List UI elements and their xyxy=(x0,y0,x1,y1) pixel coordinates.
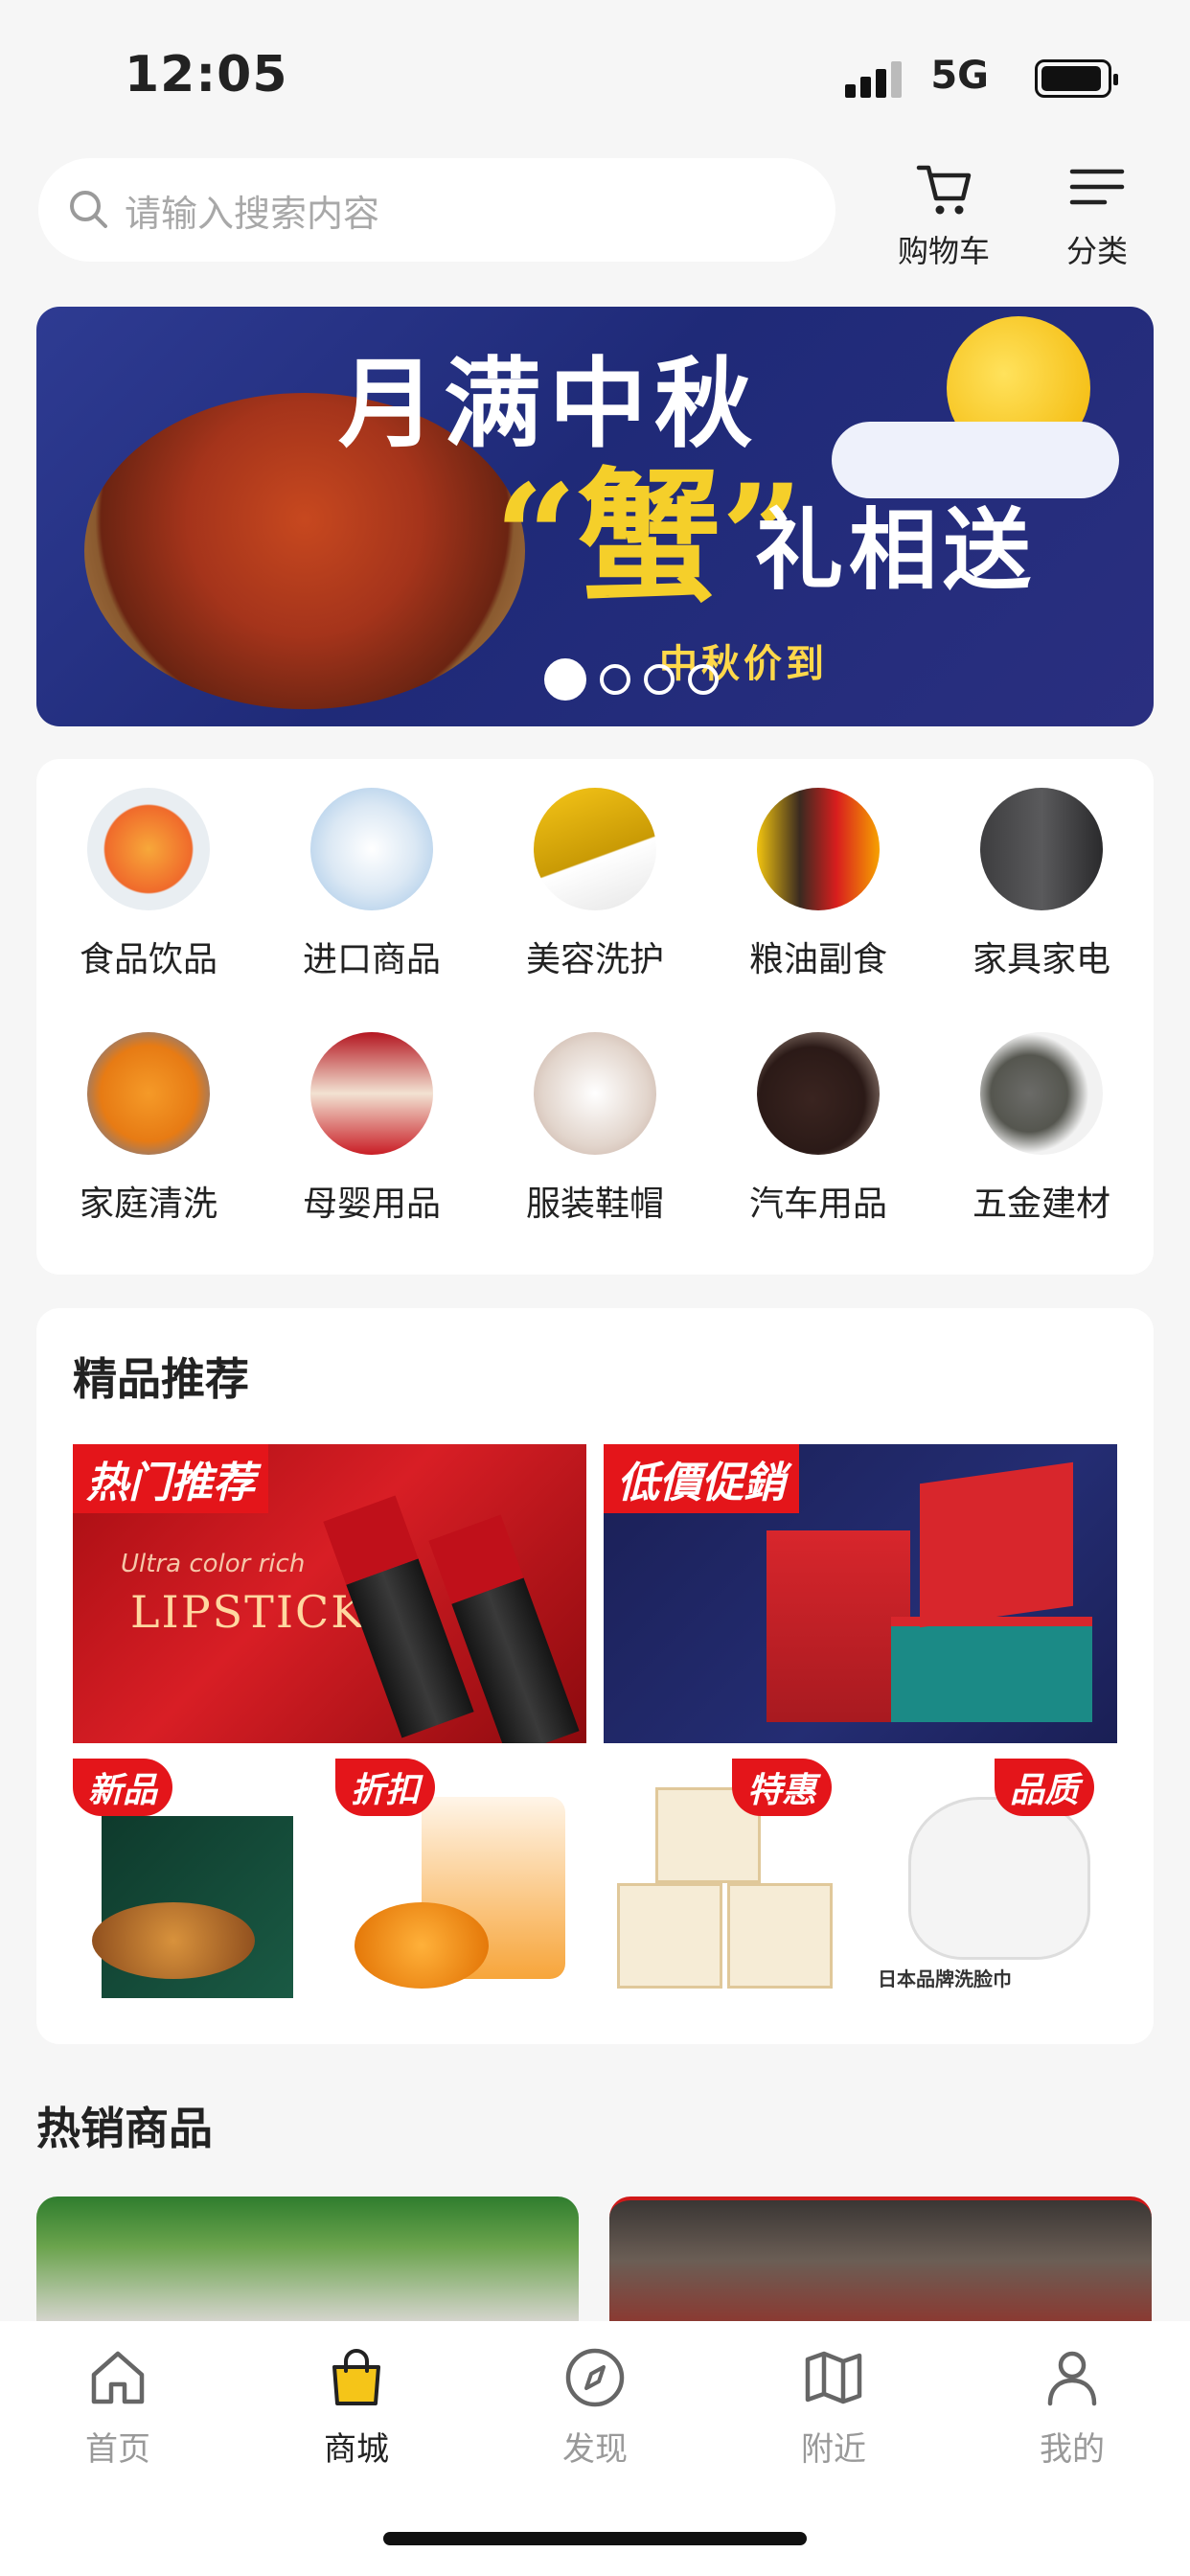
category-item[interactable]: 汽车用品 xyxy=(722,1032,914,1226)
category-label: 进口商品 xyxy=(302,940,441,979)
promo-new[interactable]: 新品 xyxy=(73,1759,322,2008)
tab-label: 商城 xyxy=(324,2430,389,2469)
promo-headline: LIPSTICK xyxy=(130,1586,366,1638)
promo-quality[interactable]: 日本品牌洗脸巾 品质 xyxy=(870,1759,1119,2008)
promo-lipstick[interactable]: 热门推荐 Ultra color rich LIPSTICK xyxy=(73,1444,586,1743)
category-button[interactable]: 分类 xyxy=(1035,158,1159,273)
compass-icon xyxy=(565,2348,625,2407)
promo-caption: 日本品牌洗脸巾 xyxy=(878,1967,1012,1990)
soap-image xyxy=(617,1883,722,1989)
appliance-image xyxy=(980,788,1103,910)
cart-button[interactable]: 购物车 xyxy=(881,158,1006,273)
drinks-image xyxy=(87,788,210,910)
beauty-image xyxy=(534,788,656,910)
mooncake-tray-image xyxy=(891,1617,1092,1722)
tab-profile[interactable]: 我的 xyxy=(976,2344,1168,2470)
tab-discover[interactable]: 发现 xyxy=(499,2344,691,2470)
search-icon xyxy=(70,191,107,228)
category-label: 分类 xyxy=(1065,233,1128,269)
product-card[interactable] xyxy=(36,2196,579,2321)
cart-icon xyxy=(916,165,972,215)
battery-icon xyxy=(1035,59,1118,98)
imported-goods-image xyxy=(310,788,433,910)
product-card[interactable] xyxy=(609,2196,1152,2321)
promo-banner[interactable]: 月满中秋 “蟹” 礼相送 中秋价到 xyxy=(36,307,1154,726)
promo-special[interactable]: 特惠 xyxy=(607,1759,857,2008)
category-item[interactable]: 食品饮品 xyxy=(53,788,244,981)
category-label: 汽车用品 xyxy=(748,1184,887,1224)
category-item[interactable]: 五金建材 xyxy=(946,1032,1137,1226)
face-towel-image xyxy=(908,1797,1090,1960)
promo-tag: 热门推荐 xyxy=(73,1444,268,1513)
grain-oil-image xyxy=(757,788,880,910)
carousel-dot[interactable] xyxy=(688,664,719,695)
promo-tag: 折扣 xyxy=(335,1759,436,1816)
carousel-dot[interactable] xyxy=(544,658,586,701)
search-input[interactable]: 请输入搜索内容 xyxy=(38,158,835,262)
menu-icon xyxy=(1069,169,1125,205)
box-lid-image xyxy=(920,1461,1073,1628)
tab-label: 首页 xyxy=(85,2430,150,2469)
search-placeholder: 请输入搜索内容 xyxy=(125,192,380,235)
shopping-bag-icon xyxy=(332,2349,380,2405)
profile-icon xyxy=(1047,2351,1097,2406)
tab-nearby[interactable]: 附近 xyxy=(738,2344,929,2470)
promo-mooncake-box[interactable]: 低價促銷 xyxy=(604,1444,1117,1743)
promo-discount[interactable]: 折扣 xyxy=(335,1759,584,2008)
category-label: 母婴用品 xyxy=(302,1184,441,1224)
promo-tag: 新品 xyxy=(73,1759,173,1816)
map-icon xyxy=(805,2351,862,2404)
section-title: 精品推荐 xyxy=(73,1353,249,1405)
tab-label: 附近 xyxy=(801,2430,866,2469)
category-label: 家庭清洗 xyxy=(79,1184,217,1224)
cleaning-image xyxy=(87,1032,210,1155)
carousel-dot[interactable] xyxy=(600,664,630,695)
promo-tag: 特惠 xyxy=(732,1759,833,1816)
hardware-image xyxy=(980,1032,1103,1155)
category-item[interactable]: 服装鞋帽 xyxy=(499,1032,691,1226)
promo-subtitle: Ultra color rich xyxy=(121,1550,306,1578)
signal-icon xyxy=(845,59,903,98)
network-label: 5G xyxy=(930,54,989,98)
tab-label: 我的 xyxy=(1040,2430,1105,2469)
home-indicator[interactable] xyxy=(383,2532,807,2545)
carousel-indicator[interactable] xyxy=(544,658,719,701)
category-item[interactable]: 家具家电 xyxy=(946,788,1137,981)
section-title: 热销商品 xyxy=(36,2103,213,2154)
boba-image xyxy=(355,1902,489,1989)
category-item[interactable]: 美容洗护 xyxy=(499,788,691,981)
category-label: 粮油副食 xyxy=(748,940,887,979)
status-time: 12:05 xyxy=(125,46,288,104)
category-item[interactable]: 母婴用品 xyxy=(276,1032,468,1226)
category-label: 五金建材 xyxy=(972,1184,1110,1224)
promo-tag: 品质 xyxy=(995,1759,1095,1816)
category-item[interactable]: 进口商品 xyxy=(276,788,468,981)
category-label: 服装鞋帽 xyxy=(525,1184,664,1224)
cart-label: 购物车 xyxy=(897,233,990,269)
clothing-image xyxy=(534,1032,656,1155)
category-grid: 食品饮品 进口商品 美容洗护 粮油副食 家具家电 家庭清洗 母婴用品 服装鞋帽 … xyxy=(36,759,1154,1275)
category-label: 美容洗护 xyxy=(525,940,664,979)
category-item[interactable]: 粮油副食 xyxy=(722,788,914,981)
soap-image xyxy=(727,1883,833,1989)
tab-mall[interactable]: 商城 xyxy=(261,2344,452,2470)
recommend-section: 精品推荐 热门推荐 Ultra color rich LIPSTICK 低價促銷… xyxy=(36,1308,1154,2044)
tab-home[interactable]: 首页 xyxy=(22,2344,214,2470)
tab-label: 发现 xyxy=(562,2430,628,2469)
category-label: 食品饮品 xyxy=(79,940,217,979)
gift-box-image xyxy=(767,1530,910,1722)
category-item[interactable]: 家庭清洗 xyxy=(53,1032,244,1226)
mooncake-image xyxy=(92,1902,255,1979)
car-image xyxy=(757,1032,880,1155)
banner-line3: 礼相送 xyxy=(755,498,1038,602)
category-label: 家具家电 xyxy=(972,940,1110,979)
status-bar: 12:05 5G xyxy=(0,0,1190,144)
carousel-dot[interactable] xyxy=(644,664,675,695)
baby-image xyxy=(310,1032,433,1155)
home-icon xyxy=(91,2351,145,2404)
promo-tag: 低價促銷 xyxy=(604,1444,799,1513)
